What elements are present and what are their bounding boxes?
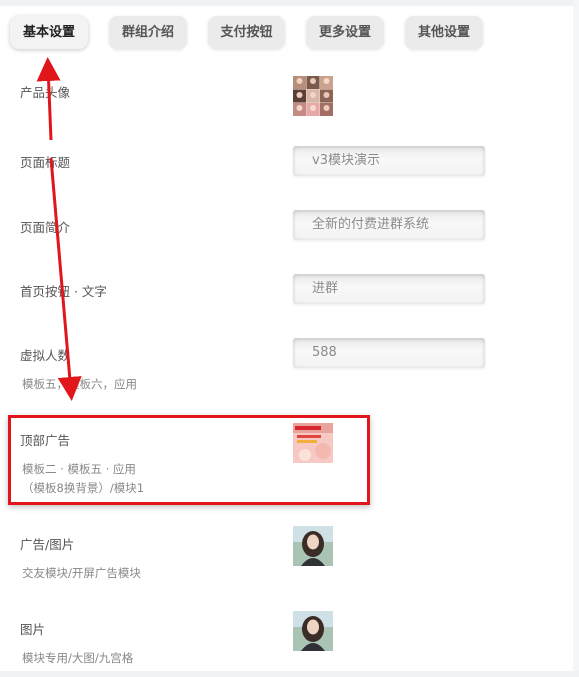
product-image-label: 产品头像 bbox=[20, 85, 71, 100]
ad-image-thumbnail[interactable] bbox=[293, 526, 333, 566]
virtual-count-label: 虚拟人数 bbox=[20, 348, 71, 363]
tab-group-intro[interactable]: 群组介绍 bbox=[109, 16, 187, 49]
scrollbar-track[interactable] bbox=[573, 0, 579, 677]
portrait-photo-image bbox=[293, 611, 333, 651]
photo-grid-image bbox=[293, 76, 333, 116]
image-thumbnail[interactable] bbox=[293, 611, 333, 651]
top-ad-highlight-box bbox=[8, 415, 370, 505]
page-title-input[interactable]: v3模块演示 bbox=[293, 146, 485, 176]
image-label: 图片 bbox=[20, 622, 46, 637]
tab-basic-settings[interactable]: 基本设置 bbox=[10, 16, 88, 49]
page-intro-label: 页面简介 bbox=[20, 220, 71, 235]
image-hint: 模块专用/大图/九宫格 bbox=[22, 651, 134, 665]
tab-more-settings[interactable]: 更多设置 bbox=[306, 16, 384, 49]
virtual-count-input[interactable]: 588 bbox=[293, 338, 485, 368]
top-divider bbox=[0, 0, 579, 6]
virtual-count-hint: 模板五，模板六，应用 bbox=[22, 377, 137, 391]
tab-other-settings[interactable]: 其他设置 bbox=[405, 16, 483, 49]
portrait-photo-image bbox=[293, 526, 333, 566]
tab-pay-button[interactable]: 支付按钮 bbox=[208, 16, 285, 49]
ad-image-hint: 交友模块/开屏广告模块 bbox=[22, 566, 141, 580]
home-button-text-label: 首页按钮 · 文字 bbox=[20, 284, 107, 299]
arrow-up-to-basic-tab bbox=[36, 57, 61, 141]
home-button-text-input[interactable]: 进群 bbox=[293, 274, 485, 304]
page-intro-input[interactable]: 全新的付费进群系统 bbox=[293, 210, 485, 240]
ad-image-label: 广告/图片 bbox=[20, 537, 75, 552]
bottom-divider bbox=[0, 671, 579, 677]
page-title-label: 页面标题 bbox=[20, 155, 71, 170]
product-image-thumbnail[interactable] bbox=[293, 76, 333, 116]
